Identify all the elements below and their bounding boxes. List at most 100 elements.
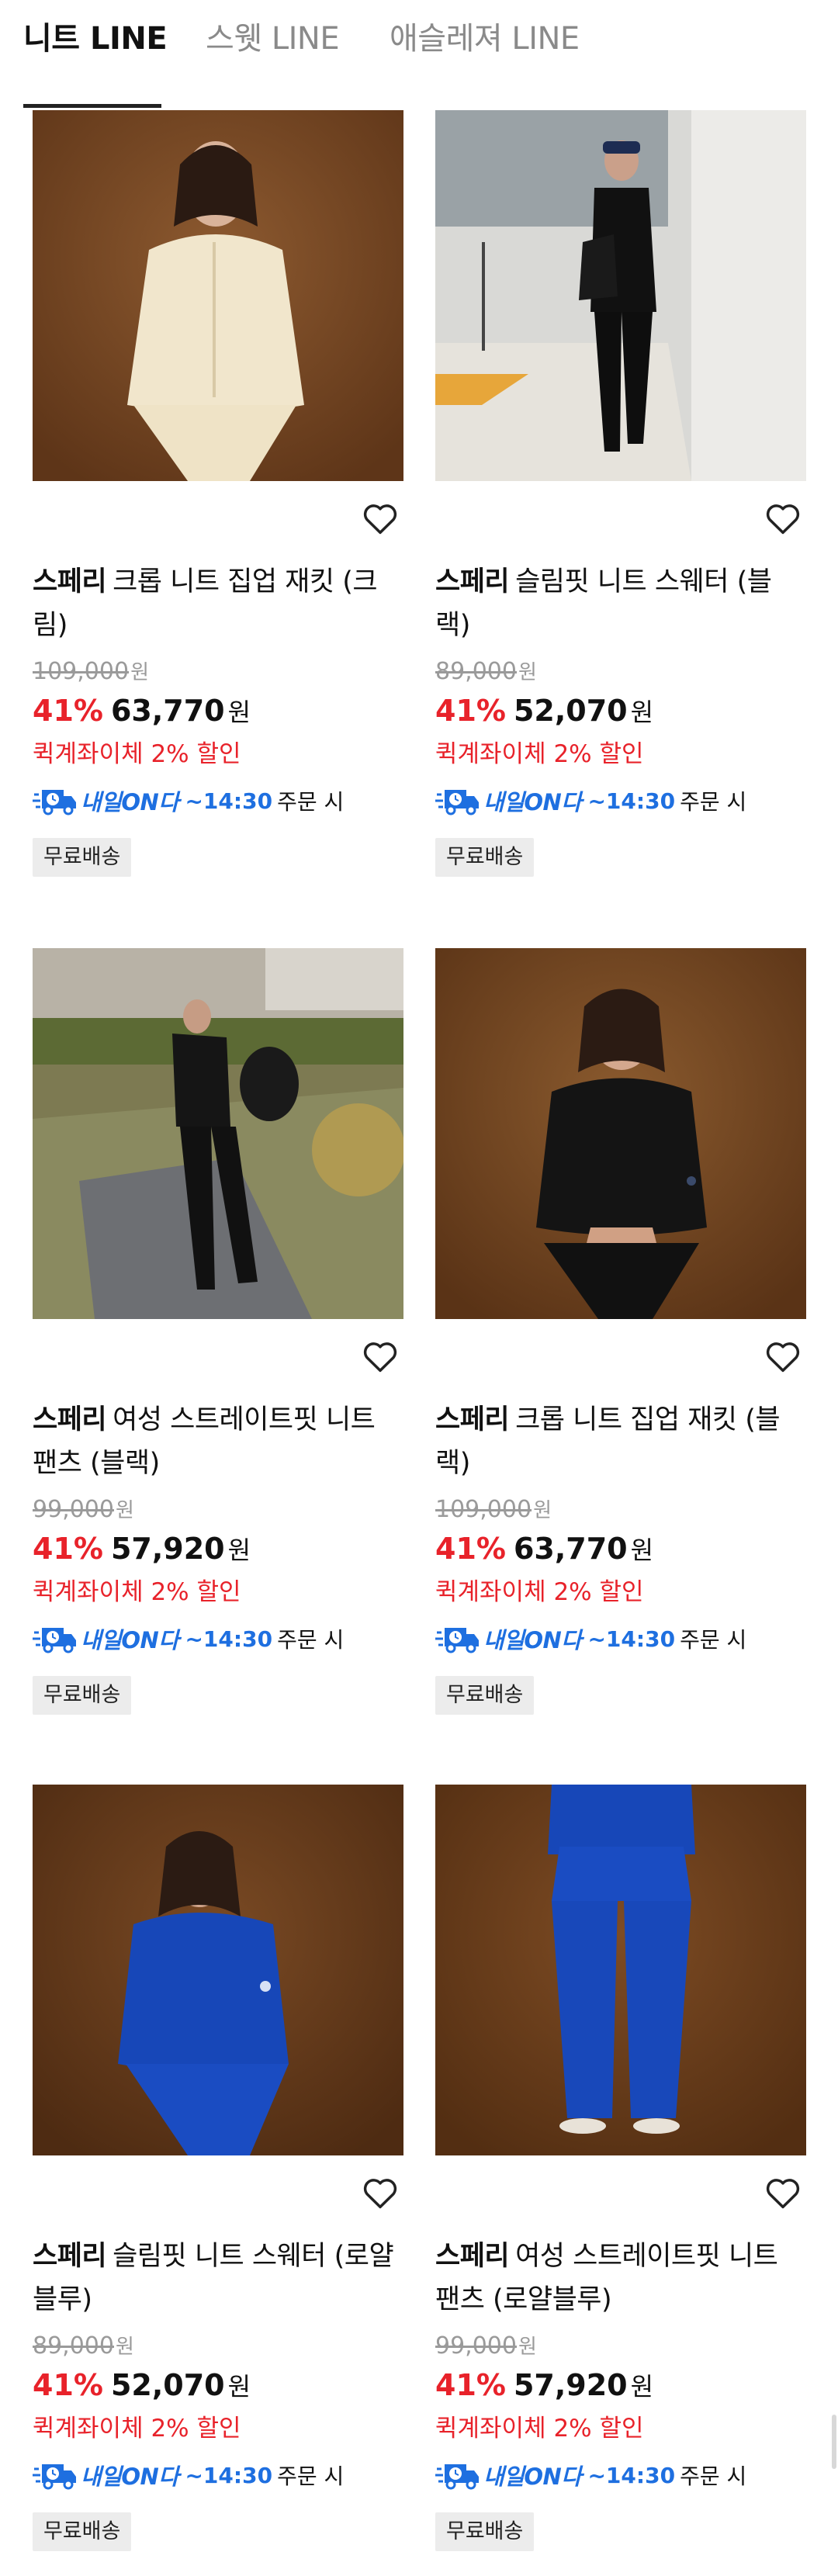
delivery-truck-icon (435, 2464, 479, 2490)
delivery-label: 내일ON다 (81, 1627, 179, 1653)
delivery-truck-icon (33, 2464, 76, 2490)
original-price-value: 99,000 (435, 2332, 517, 2360)
sale-price: 57,920 (513, 2368, 628, 2402)
delivery-cutoff: ~14:30 (185, 788, 273, 814)
currency-label: 원 (227, 1536, 251, 1565)
heart-icon[interactable] (763, 1336, 803, 1376)
delivery-label: 내일ON다 (483, 2463, 582, 2490)
delivery-label: 내일ON다 (483, 1627, 582, 1653)
delivery-suffix: 주문 시 (680, 789, 747, 815)
sale-price-row: 41% 57,920 원 (33, 1529, 251, 1570)
delivery-info: 내일ON다 ~14:30 주문 시 (33, 1622, 344, 1656)
product-image[interactable] (33, 1785, 403, 2155)
original-price-value: 99,000 (33, 1496, 114, 1523)
promo-text: 퀵계좌이체 2% 할인 (33, 2415, 241, 2443)
currency-label: 원 (227, 698, 251, 727)
delivery-info: 내일ON다 ~14:30 주문 시 (435, 1622, 746, 1656)
sale-price: 63,770 (513, 1532, 628, 1566)
original-price: 109,000원 (435, 1494, 552, 1526)
currency-label: 원 (518, 661, 537, 684)
delivery-label: 내일ON다 (81, 2463, 179, 2490)
heart-icon[interactable] (763, 498, 803, 538)
sale-price-row: 41% 52,070 원 (33, 2365, 251, 2407)
product-image[interactable] (33, 110, 403, 481)
currency-label: 원 (130, 661, 149, 684)
discount-rate: 41% (435, 1532, 506, 1566)
delivery-suffix: 주문 시 (277, 2463, 345, 2489)
discount-rate: 41% (33, 694, 103, 728)
sale-price-row: 41% 52,070 원 (435, 691, 653, 732)
original-price-value: 89,000 (33, 2332, 114, 2360)
free-shipping-badge: 무료배송 (435, 838, 535, 877)
heart-icon[interactable] (360, 498, 400, 538)
promo-text: 퀵계좌이체 2% 할인 (33, 1578, 241, 1606)
free-shipping-badge: 무료배송 (435, 2512, 535, 2551)
delivery-truck-icon (33, 1628, 76, 1653)
delivery-truck-icon (435, 1628, 479, 1653)
tab-athleisure-line[interactable]: 애슬레져 LINE (390, 17, 580, 61)
product-brand: 스페리 (33, 2241, 107, 2272)
product-image[interactable] (435, 948, 806, 1319)
tab-knit-line[interactable]: 니트 LINE (23, 17, 168, 61)
discount-rate: 41% (435, 2368, 506, 2402)
promo-text: 퀵계좌이체 2% 할인 (33, 740, 241, 768)
product-title[interactable]: 스페리 슬림핏 니트 스웨터 (로얄블루) (33, 2235, 403, 2322)
product-title[interactable]: 스페리 크롭 니트 집업 재킷 (크림) (33, 560, 403, 647)
original-price: 89,000원 (33, 2331, 134, 2363)
product-brand: 스페리 (435, 1404, 510, 1435)
discount-rate: 41% (33, 2368, 103, 2402)
scrollbar[interactable] (832, 2415, 836, 2469)
original-price-value: 89,000 (435, 658, 517, 685)
delivery-cutoff: ~14:30 (587, 2462, 676, 2488)
sale-price-row: 41% 63,770 원 (435, 1529, 653, 1570)
active-tab-indicator (23, 104, 161, 108)
heart-icon[interactable] (360, 2173, 400, 2213)
sale-price: 52,070 (110, 2368, 225, 2402)
delivery-cutoff: ~14:30 (185, 2462, 273, 2488)
heart-icon[interactable] (763, 2173, 803, 2213)
original-price-value: 109,000 (435, 1496, 532, 1523)
free-shipping-badge: 무료배송 (435, 1676, 535, 1715)
product-title[interactable]: 스페리 슬림핏 니트 스웨터 (블랙) (435, 560, 806, 647)
free-shipping-badge: 무료배송 (33, 838, 132, 877)
product-image[interactable] (33, 948, 403, 1319)
heart-icon[interactable] (360, 1336, 400, 1376)
delivery-info: 내일ON다 ~14:30 주문 시 (435, 784, 746, 818)
delivery-cutoff: ~14:30 (587, 1626, 676, 1652)
currency-label: 원 (533, 1499, 552, 1522)
product-image[interactable] (435, 110, 806, 481)
currency-label: 원 (227, 2372, 251, 2401)
promo-text: 퀵계좌이체 2% 할인 (435, 1578, 644, 1606)
delivery-info: 내일ON다 ~14:30 주문 시 (435, 2458, 746, 2492)
sale-price: 57,920 (110, 1532, 225, 1566)
promo-text: 퀵계좌이체 2% 할인 (435, 2415, 644, 2443)
sale-price: 63,770 (110, 694, 225, 728)
product-title[interactable]: 스페리 여성 스트레이트핏 니트 팬츠 (로얄블루) (435, 2235, 806, 2322)
original-price: 99,000원 (33, 1494, 134, 1526)
delivery-truck-icon (435, 790, 479, 815)
promo-text: 퀵계좌이체 2% 할인 (435, 740, 644, 768)
product-title[interactable]: 스페리 크롭 니트 집업 재킷 (블랙) (435, 1398, 806, 1485)
original-price-value: 109,000 (33, 658, 130, 685)
sale-price-row: 41% 57,920 원 (435, 2365, 653, 2407)
discount-rate: 41% (435, 694, 506, 728)
original-price: 109,000원 (33, 656, 149, 688)
delivery-cutoff: ~14:30 (587, 788, 676, 814)
product-image[interactable] (435, 1785, 806, 2155)
product-title[interactable]: 스페리 여성 스트레이트핏 니트 팬츠 (블랙) (33, 1398, 403, 1485)
sale-price-row: 41% 63,770 원 (33, 691, 251, 732)
free-shipping-badge: 무료배송 (33, 2512, 132, 2551)
currency-label: 원 (630, 2372, 654, 2401)
sale-price: 52,070 (513, 694, 628, 728)
product-brand: 스페리 (33, 1404, 107, 1435)
delivery-label: 내일ON다 (483, 789, 582, 815)
free-shipping-badge: 무료배송 (33, 1676, 132, 1715)
currency-label: 원 (518, 2335, 537, 2359)
product-brand: 스페리 (33, 566, 107, 597)
delivery-info: 내일ON다 ~14:30 주문 시 (33, 784, 344, 818)
discount-rate: 41% (33, 1532, 103, 1566)
currency-label: 원 (630, 1536, 654, 1565)
delivery-info: 내일ON다 ~14:30 주문 시 (33, 2458, 344, 2492)
original-price: 89,000원 (435, 656, 537, 688)
tab-sweat-line[interactable]: 스웻 LINE (206, 17, 340, 61)
